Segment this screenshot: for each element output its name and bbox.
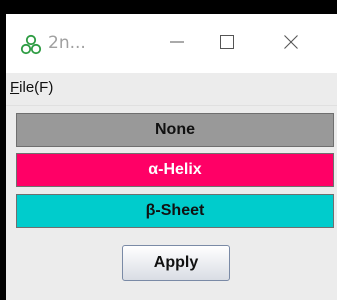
window-title: 2n... bbox=[48, 33, 86, 53]
menu-file-mnemonic: F bbox=[10, 79, 20, 96]
none-button[interactable]: None bbox=[16, 113, 334, 147]
menu-bar: File(F) bbox=[6, 73, 337, 106]
minimize-button[interactable] bbox=[154, 24, 200, 64]
alpha-helix-button-label: α-Helix bbox=[148, 161, 202, 178]
molecule-icon bbox=[20, 34, 42, 56]
apply-button-label: Apply bbox=[153, 254, 199, 271]
title-bar[interactable]: 2n... bbox=[6, 14, 337, 73]
none-button-label: None bbox=[155, 121, 195, 138]
beta-sheet-button[interactable]: β-Sheet bbox=[16, 194, 334, 228]
close-icon bbox=[283, 34, 299, 54]
menu-file[interactable]: File(F) bbox=[10, 79, 53, 96]
maximize-icon bbox=[219, 34, 235, 54]
close-button[interactable] bbox=[268, 24, 314, 64]
beta-sheet-button-label: β-Sheet bbox=[145, 202, 205, 219]
alpha-helix-button[interactable]: α-Helix bbox=[16, 153, 334, 187]
content-panel: None α-Helix β-Sheet Apply bbox=[6, 106, 337, 300]
apply-button[interactable]: Apply bbox=[122, 245, 230, 281]
maximize-button[interactable] bbox=[204, 24, 250, 64]
menu-file-label: ile(F) bbox=[19, 79, 54, 96]
minimize-icon bbox=[169, 34, 185, 54]
app-window: 2n... File(F) None α-Helix β-Sheet Apply bbox=[6, 14, 337, 300]
